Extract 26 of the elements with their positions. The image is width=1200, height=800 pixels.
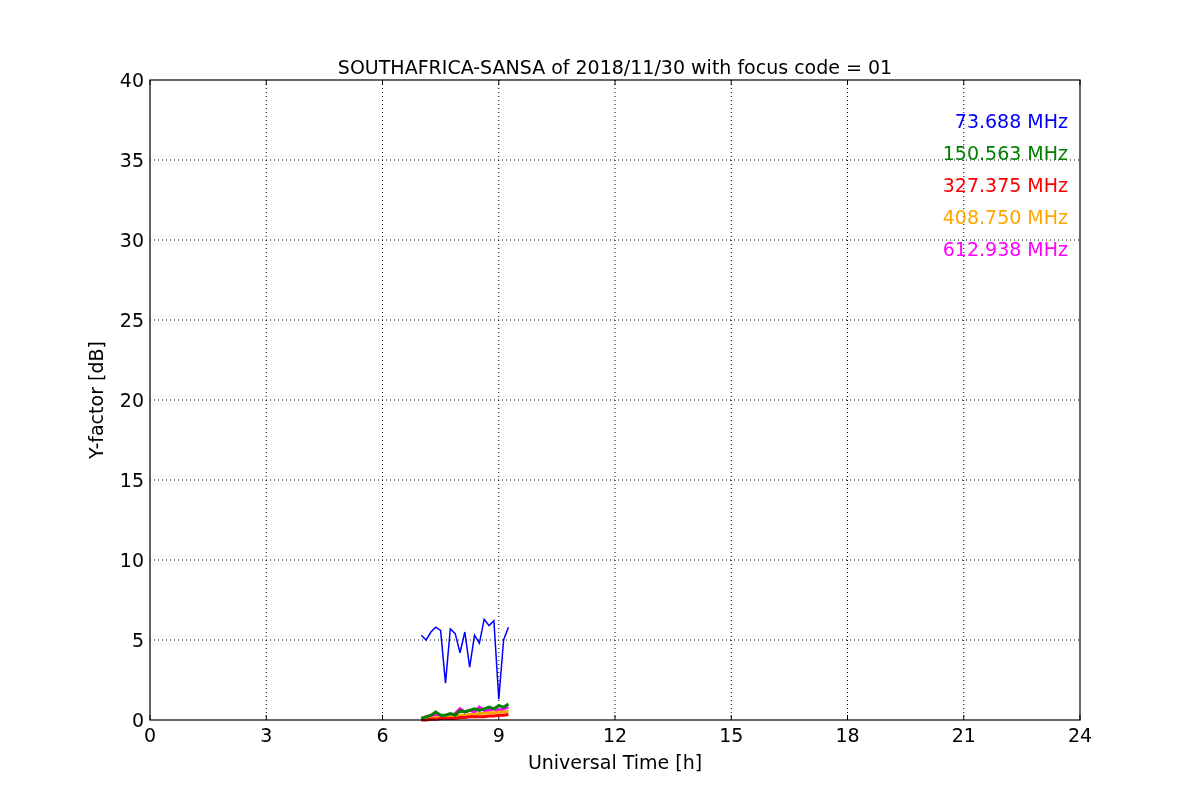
y-tick-label: 40 — [119, 69, 144, 91]
x-tick-label: 9 — [492, 724, 505, 746]
y-tick-label: 25 — [119, 309, 144, 331]
y-axis-label: Y-factor [dB] — [85, 341, 107, 459]
x-axis-label: Universal Time [h] — [527, 751, 703, 773]
y-tick-label: 35 — [119, 149, 144, 171]
legend-label: 612.938 MHz — [942, 238, 1068, 260]
legend-label: 408.750 MHz — [942, 206, 1068, 228]
y-tick-label: 0 — [131, 709, 144, 731]
x-tick-label: 6 — [376, 724, 389, 746]
legend-label: 73.688 MHz — [954, 110, 1068, 132]
y-tick-label: 10 — [119, 549, 144, 571]
legend-label: 327.375 MHz — [942, 174, 1068, 196]
y-tick-label: 30 — [119, 229, 144, 251]
x-tick-label: 0 — [143, 724, 157, 746]
x-tick-label: 18 — [835, 724, 860, 746]
legend-label: 150.563 MHz — [942, 142, 1068, 164]
y-tick-label: 20 — [119, 389, 144, 411]
x-tick-label: 15 — [719, 724, 744, 746]
x-tick-label: 3 — [260, 724, 273, 746]
x-tick-label: 21 — [951, 724, 976, 746]
x-tick-label: 24 — [1067, 724, 1093, 746]
chart-title: SOUTHAFRICA-SANSA of 2018/11/30 with focus code = 01 — [337, 56, 893, 78]
y-tick-label: 15 — [119, 469, 144, 491]
x-tick-label: 12 — [602, 724, 628, 746]
y-tick-label: 5 — [131, 629, 144, 651]
